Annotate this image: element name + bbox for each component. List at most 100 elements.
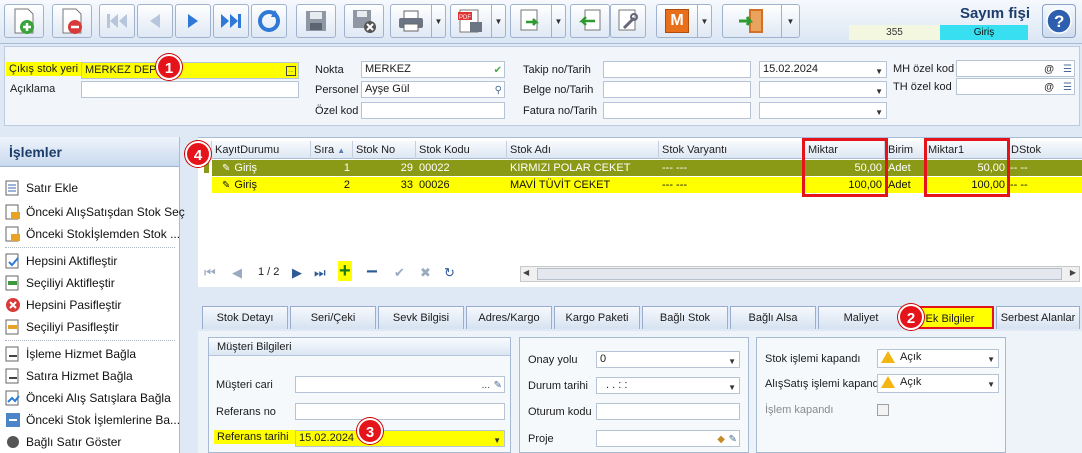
chevron-down-icon[interactable]: ▼ [987,352,995,367]
confirm-check-icon[interactable]: ✔ [394,265,405,281]
mh-ozel-kod-field[interactable]: @ ☰ [956,60,1075,77]
cikis-stok-yeri-field[interactable]: MERKEZ DEPO ... [81,62,299,79]
stok-islemi-kapandi-select[interactable]: Açık ▼ [877,349,999,368]
oturum-kodu-field[interactable] [596,403,740,420]
scroll-left-icon[interactable]: ◀ [523,268,529,277]
scrollbar-thumb[interactable] [537,268,1062,280]
chevron-down-icon[interactable]: ▼ [875,84,883,97]
onay-yolu-select[interactable]: 0 ▼ [596,351,740,368]
col-stok-kodu[interactable]: Stok Kodu [416,141,507,159]
op-seciliyi-aktiflestir[interactable]: Seçiliyi Aktifleştir [5,272,115,294]
chevron-down-icon[interactable]: ▼ [875,105,883,118]
list-lookup-icon[interactable]: ☰ [1063,62,1072,76]
exit-dropdown-arrow[interactable]: ▼ [782,4,800,38]
tab-bagli-alsa[interactable]: Bağlı Alsa [730,306,816,329]
m-button[interactable]: M [656,4,698,38]
new-document-button[interactable] [4,4,44,38]
refresh-grid-icon[interactable]: ↻ [444,265,455,281]
person-lookup-icon[interactable]: ⚲ [495,83,502,97]
op-satir-ekle[interactable]: Satır Ekle [5,177,78,199]
nokta-field[interactable]: MERKEZ ✔ [361,61,505,78]
chevron-down-icon[interactable]: ▼ [728,380,736,393]
list-lookup-icon[interactable]: ☰ [1063,80,1072,94]
previous-record-button[interactable] [137,4,173,38]
op-onceki-alissatis[interactable]: Önceki AlışSatışdan Stok Seç [5,201,185,223]
chevron-down-icon[interactable]: ▼ [493,433,501,446]
help-button[interactable]: ? [1042,4,1076,38]
save-button[interactable] [296,4,336,38]
op-seciliyi-pasiflestir[interactable]: Seçiliyi Pasifleştir [5,316,119,338]
referans-tarihi-field[interactable]: 15.02.2024 ▼ [295,430,505,447]
belge-no-field[interactable] [603,81,751,98]
op-onceki-alis-satislara-bagla[interactable]: Önceki Alış Satışlara Bağla [5,387,171,409]
cancel-x-icon[interactable]: ✖ [420,265,431,281]
op-hepsini-aktiflestir[interactable]: Hepsini Aktifleştir [5,250,117,272]
next-page-icon[interactable]: ▶ [292,265,302,281]
first-record-button[interactable] [99,4,135,38]
islem-kapandi-checkbox[interactable] [877,404,889,416]
m-dropdown-arrow[interactable]: ▼ [698,4,712,38]
exit-button[interactable] [722,4,782,38]
save-close-button[interactable] [344,4,384,38]
op-bagli-satir-goster[interactable]: Bağlı Satır Göster [5,431,121,453]
ellipsis-icon[interactable]: ... [482,378,490,392]
op-onceki-stokislem[interactable]: Önceki Stokİşlemden Stok ... [5,223,180,245]
lookup-icon[interactable]: ... [286,66,296,76]
fatura-no-field[interactable] [603,102,751,119]
transfer-dropdown-arrow[interactable]: ▼ [552,4,566,38]
edit-icon[interactable]: ✎ [494,378,502,392]
back-button[interactable] [570,4,610,38]
col-kayit-durumu[interactable]: KayıtDurumu [212,141,311,159]
takip-no-field[interactable] [603,61,751,78]
add-row-plus-icon[interactable]: + [338,261,352,281]
at-icon[interactable]: @ [1044,62,1054,76]
proje-field[interactable]: ◆ ✎ [596,430,740,447]
tab-sevk-bilgisi[interactable]: Sevk Bilgisi [378,306,464,329]
col-dstok[interactable]: DStok [1008,141,1082,159]
next-record-button[interactable] [175,4,211,38]
col-sira[interactable]: Sıra ▲ [311,141,353,159]
col-stok-varyanti[interactable]: Stok Varyantı [659,141,805,159]
tab-stok-detayi[interactable]: Stok Detayı [202,306,288,329]
at-icon[interactable]: @ [1044,80,1054,94]
delete-document-button[interactable] [52,4,92,38]
tools-button[interactable] [610,4,646,38]
tag-icon[interactable]: ◆ [717,432,725,446]
tab-kargo-paketi[interactable]: Kargo Paketi [554,306,640,329]
chevron-down-icon[interactable]: ▼ [875,64,883,77]
belge-date-field[interactable]: ▼ [759,81,887,98]
tab-adres-kargo[interactable]: Adres/Kargo [466,306,552,329]
tab-serbest-alanlar[interactable]: Serbest Alanlar [996,306,1080,329]
op-satira-hizmet-bagla[interactable]: Satıra Hizmet Bağla [5,365,133,387]
musteri-cari-field[interactable]: ... ✎ [295,376,505,393]
op-isleme-hizmet-bagla[interactable]: İşleme Hizmet Bağla [5,343,136,365]
tab-maliyet[interactable]: Maliyet [818,306,904,329]
refresh-button[interactable] [251,4,287,38]
personel-field[interactable]: Ayşe Gül ⚲ [361,81,505,98]
th-ozel-kod-field[interactable]: @ ☰ [956,78,1075,95]
horizontal-scrollbar[interactable]: ◀ ▶ [520,266,1080,282]
print-button[interactable] [390,4,432,38]
tab-bagli-stok[interactable]: Bağlı Stok [642,306,728,329]
takip-date-field[interactable]: 15.02.2024 ▼ [759,61,887,78]
fatura-date-field[interactable]: ▼ [759,102,887,119]
ozel-kod-field[interactable] [361,102,505,119]
first-page-icon[interactable]: ⏮ [204,265,216,281]
alissatis-kapandi-select[interactable]: Açık ▼ [877,374,999,393]
edit-icon[interactable]: ✎ [729,432,737,446]
pdf-button[interactable]: PDF [450,4,492,38]
chevron-down-icon[interactable]: ▼ [728,354,736,367]
delete-row-minus-icon[interactable]: − [366,261,378,284]
chevron-down-icon[interactable]: ▼ [987,377,995,392]
col-stok-adi[interactable]: Stok Adı [507,141,659,159]
transfer-button[interactable] [510,4,552,38]
last-record-button[interactable] [213,4,249,38]
op-onceki-stok-islemlerine-bagla[interactable]: Önceki Stok İşlemlerine Ba... [5,409,180,431]
col-stok-no[interactable]: Stok No [353,141,416,159]
print-dropdown-arrow[interactable]: ▼ [432,4,446,38]
scroll-right-icon[interactable]: ▶ [1070,268,1076,277]
aciklama-field[interactable] [81,81,299,98]
col-birim[interactable]: Birim [885,141,925,159]
op-hepsini-pasiflestir[interactable]: Hepsini Pasifleştir [5,294,121,316]
last-page-icon[interactable]: ⏭ [314,265,326,281]
